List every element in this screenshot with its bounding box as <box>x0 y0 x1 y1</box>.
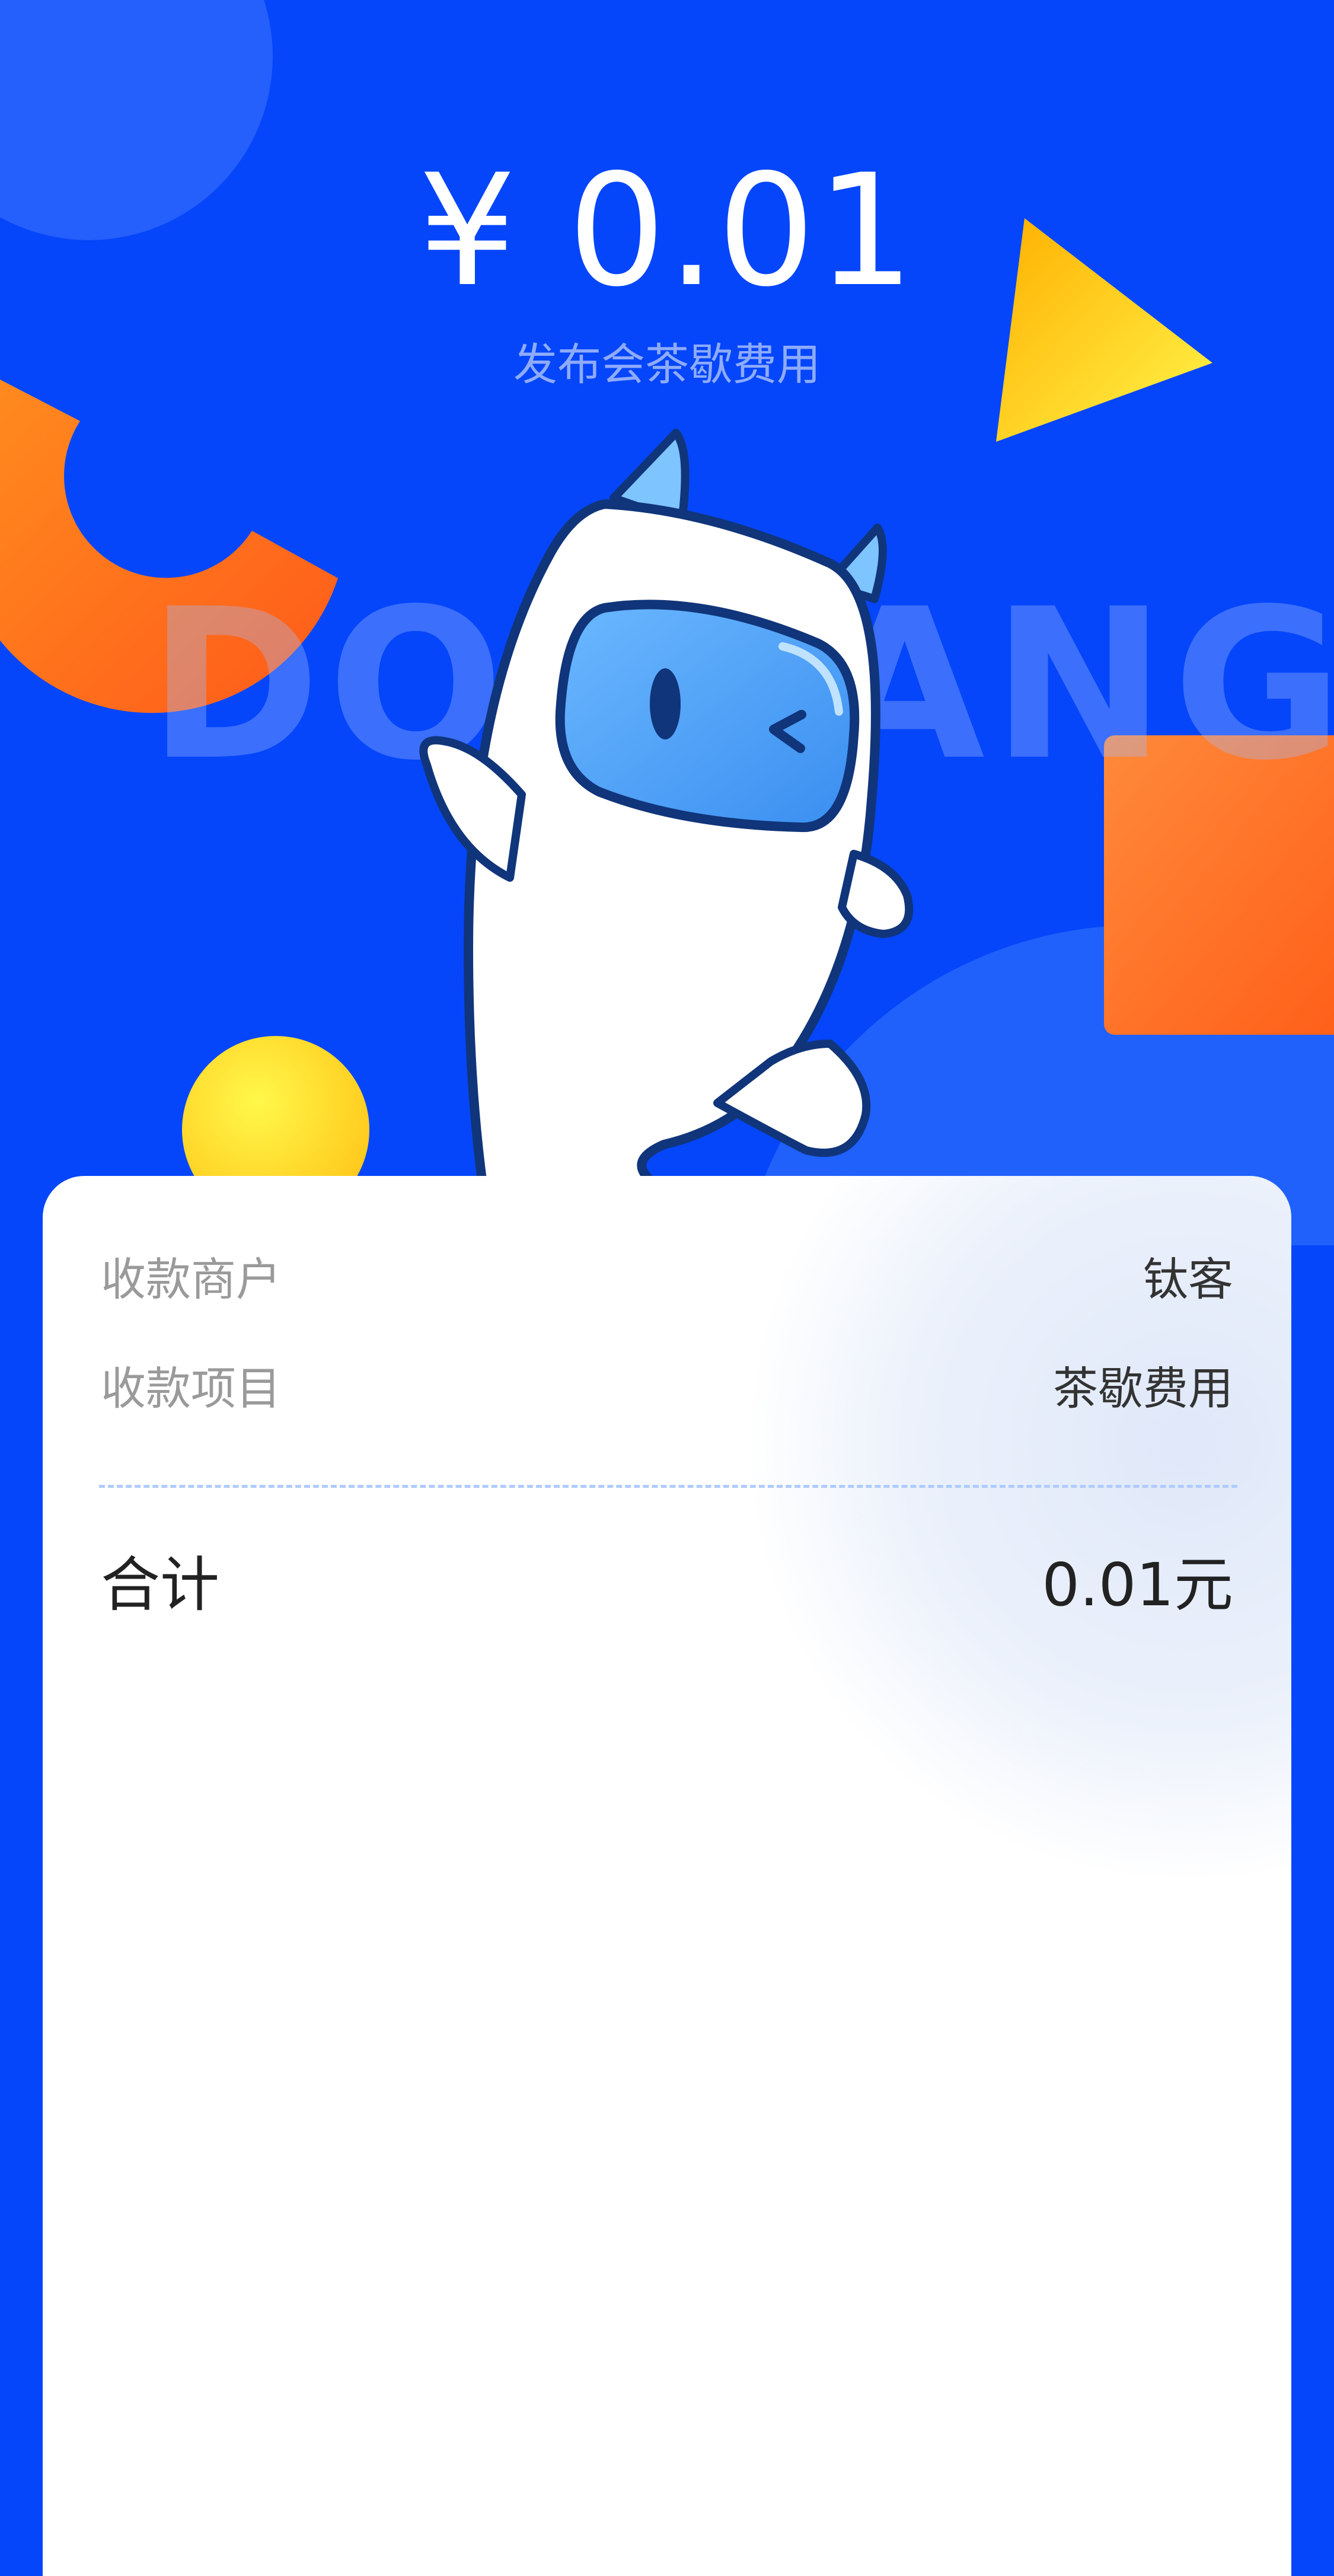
mascot-visor <box>555 600 860 833</box>
mascot-illustration <box>419 429 914 1245</box>
merchant-label: 收款商户 <box>101 1253 281 1306</box>
total-value: 0.01元 <box>1042 1550 1233 1619</box>
dashed-divider <box>99 1485 1237 1488</box>
item-label: 收款项目 <box>101 1362 281 1415</box>
merchant-row: 收款商户 钛客 <box>101 1240 1233 1311</box>
payment-page: ¥ 0.01 发布会茶歇费用 DOUYANG <box>0 0 1334 2576</box>
mascot-right-arm <box>838 850 914 938</box>
hero-banner: ¥ 0.01 发布会茶歇费用 DOUYANG <box>0 0 1334 1245</box>
item-value: 茶歇费用 <box>1053 1362 1233 1415</box>
item-row: 收款项目 茶歇费用 <box>101 1349 1233 1420</box>
total-label: 合计 <box>101 1550 219 1619</box>
total-row: 合计 0.01元 <box>101 1532 1233 1627</box>
payment-detail-card: 收款商户 钛客 收款项目 茶歇费用 合计 0.01元 <box>43 1176 1291 2576</box>
mascot-eye <box>650 668 681 739</box>
merchant-value: 钛客 <box>1143 1253 1233 1306</box>
